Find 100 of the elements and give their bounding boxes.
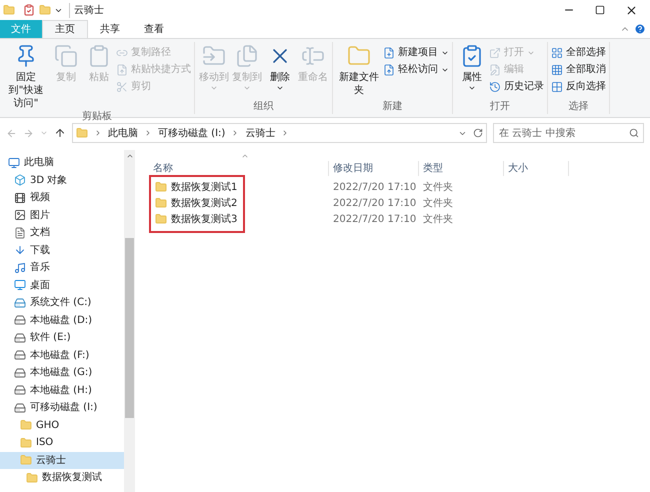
ribbon-button[interactable]: 历史记录 (489, 78, 544, 95)
folder-icon (155, 181, 167, 193)
nav-item[interactable]: 此电脑 (0, 154, 124, 172)
grid-icon (551, 80, 563, 92)
folder-icon (347, 44, 371, 68)
ribbon-tab[interactable]: 主页 (42, 20, 88, 38)
scrollbar[interactable] (124, 150, 135, 492)
file-name[interactable]: 数据恢复测试1 (171, 180, 238, 194)
search-field[interactable]: 在 云骑士 中搜索 (493, 123, 644, 143)
group-label: 剪贴板 (81, 110, 113, 124)
chevron-icon (144, 129, 152, 137)
file-name[interactable]: 数据恢复测试3 (171, 212, 238, 226)
files-icon (235, 44, 259, 68)
clipboard-icon (87, 44, 111, 68)
nav-item[interactable]: 云骑士 (0, 452, 124, 469)
drive-icon (14, 349, 26, 362)
music-note-icon (14, 262, 26, 274)
drive-icon (14, 332, 26, 344)
file-icon (116, 64, 128, 76)
nav-item[interactable]: 音乐 (0, 259, 124, 276)
group-label: 打开 (489, 100, 511, 114)
ribbon-button[interactable]: 全部取消 (551, 61, 606, 78)
nav-item[interactable]: 数据恢复测试 (0, 469, 124, 486)
column-header[interactable]: 名称 (149, 160, 329, 176)
folder-icon (20, 419, 32, 432)
image-icon (14, 209, 26, 222)
caret-icon (468, 84, 476, 92)
address-bar[interactable]: 此电脑 可移动磁盘 (I:) 云骑士 (72, 123, 487, 143)
up-icon[interactable] (54, 127, 66, 139)
folder-icon (26, 472, 38, 484)
nav-item[interactable]: 图片 (0, 206, 124, 224)
nav-item[interactable]: 桌面 (0, 276, 124, 294)
close-icon[interactable] (625, 4, 638, 16)
breadcrumb-link[interactable]: 云骑士 (245, 126, 276, 140)
group-label: 选择 (568, 100, 590, 114)
caret-icon (210, 84, 218, 92)
type-cell-text: 文件夹 (422, 180, 454, 194)
text-cursor-icon (301, 44, 325, 68)
nav-item[interactable]: 本地磁盘 (F:) (0, 346, 124, 364)
file-name[interactable]: 数据恢复测试2 (171, 196, 238, 210)
search-icon (629, 128, 639, 138)
folder-icon (155, 213, 167, 225)
nav-item[interactable]: ISO (0, 434, 124, 452)
folder-icon (20, 454, 32, 466)
drive-icon (14, 366, 26, 379)
nav-item[interactable]: 系统文件 (C:) (0, 294, 124, 312)
caret-icon (276, 84, 284, 92)
nav-item[interactable]: 视频 (0, 189, 124, 206)
refresh-icon[interactable] (473, 128, 483, 138)
folder-icon (20, 436, 32, 449)
folder-icon (155, 197, 167, 209)
ribbon-tab[interactable]: 查看 (132, 20, 176, 38)
download-icon (14, 244, 26, 256)
help-icon[interactable] (634, 23, 646, 35)
nav-item[interactable]: 可移动磁盘 (I:) (0, 399, 124, 416)
folder-arrow-icon (202, 44, 226, 68)
window-title: 云骑士 (69, 2, 104, 18)
monitor-icon (14, 279, 26, 292)
nav-item[interactable]: 3D 对象 (0, 172, 124, 189)
scroll-up-icon[interactable] (126, 152, 134, 160)
ribbon-button[interactable]: 反向选择 (551, 78, 606, 95)
group-label: 组织 (252, 100, 274, 114)
file-icon (383, 64, 395, 76)
breadcrumb-link[interactable]: 此电脑 (108, 126, 138, 140)
ribbon-button[interactable]: 删除 (264, 42, 296, 100)
document-icon (14, 226, 26, 239)
grid-icon (551, 64, 563, 76)
ribbon-button[interactable]: 全部选择 (551, 44, 606, 61)
type-cell-text: 文件夹 (422, 212, 454, 226)
nav-item[interactable]: 本地磁盘 (H:) (0, 382, 124, 399)
clipboard-check-icon[interactable] (23, 4, 35, 16)
date-cell-text: 2022/7/20 17:10 (332, 212, 418, 226)
chevron-icon (94, 129, 102, 137)
drive-icon (14, 296, 26, 309)
ribbon-button[interactable]: 新建项目 (383, 44, 449, 61)
nav-item[interactable]: 本地磁盘 (G:) (0, 364, 124, 382)
nav-item[interactable]: 本地磁盘 (D:) (0, 312, 124, 329)
group-label: 新建 (382, 100, 404, 114)
cube-icon (14, 174, 26, 186)
scroll-thumb[interactable] (125, 238, 134, 418)
column-header[interactable]: 大小 (504, 160, 569, 176)
file-pen-icon (489, 64, 501, 76)
nav-item[interactable]: 文档 (0, 224, 124, 242)
ribbon-button[interactable]: 轻松访问 (383, 61, 449, 78)
date-cell-text: 2022/7/20 17:10 (332, 196, 418, 210)
ribbon-tab[interactable]: 共享 (88, 20, 132, 38)
nav-item[interactable]: 下载 (0, 242, 124, 259)
maximize-icon[interactable] (595, 5, 605, 15)
ribbon-button[interactable]: 固定到"快速访问" (3, 42, 49, 110)
ribbon-button[interactable]: 属性 (456, 42, 488, 100)
nav-item[interactable]: 软件 (E:) (0, 329, 124, 346)
column-header[interactable]: 类型 (419, 160, 504, 176)
ribbon-button[interactable]: 新建文件夹 (336, 42, 382, 100)
drive-icon (14, 402, 26, 414)
nav-item[interactable]: GHO (0, 416, 124, 434)
drive-icon (14, 384, 26, 396)
sort-icon (241, 152, 249, 160)
column-header[interactable]: 修改日期 (329, 160, 419, 176)
breadcrumb-link[interactable]: 可移动磁盘 (I:) (158, 126, 226, 140)
caret-icon (243, 84, 251, 92)
